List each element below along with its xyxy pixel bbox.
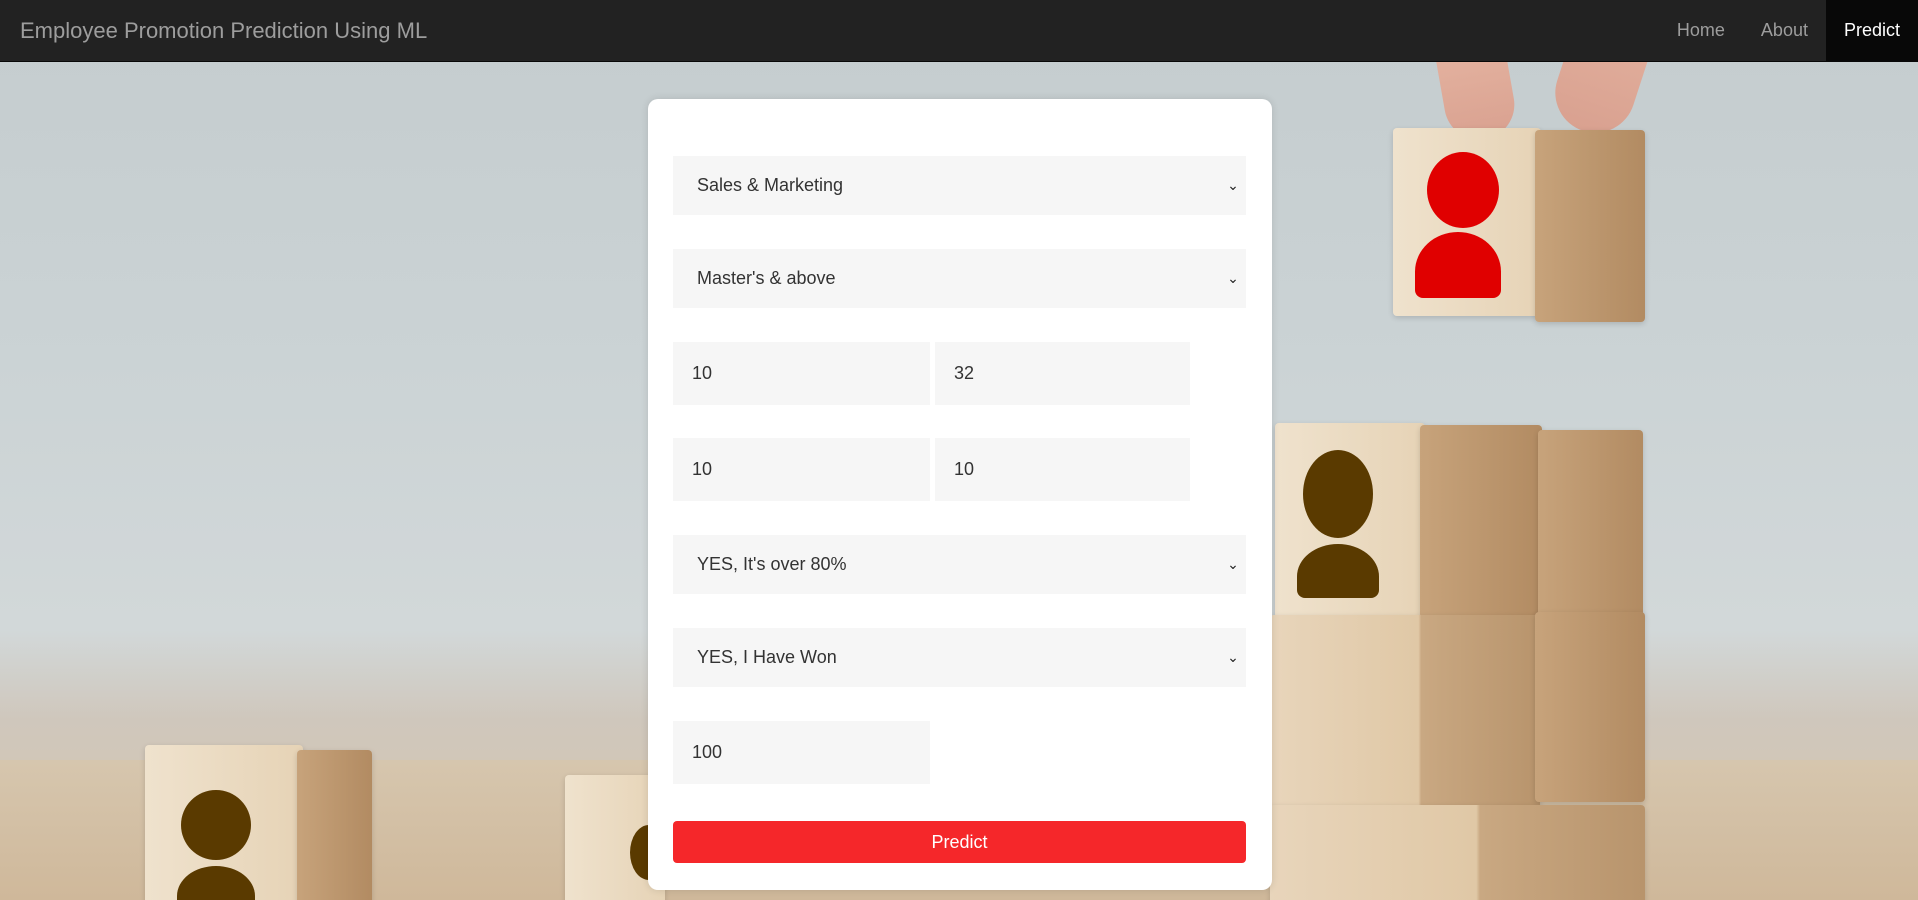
kpi-select[interactable]: YES, It's over 80% ⌄ [673,535,1246,594]
person-red-icon [1413,150,1503,300]
number-input-4[interactable]: 10 [935,438,1190,501]
prediction-form: Sales & Marketing ⌄ Master's & above ⌄ 1… [648,99,1272,890]
nav-about-link[interactable]: About [1743,0,1826,61]
person-brown-icon [175,790,255,900]
education-value: Master's & above [697,268,836,288]
nav-predict-link[interactable]: Predict [1825,0,1918,61]
department-value: Sales & Marketing [697,175,844,195]
kpi-value: YES, It's over 80% [697,554,847,574]
department-select[interactable]: Sales & Marketing ⌄ [673,156,1246,215]
score-input[interactable]: 100 [673,721,930,784]
wood-block-side [1420,425,1542,618]
chevron-down-icon: ⌄ [1227,270,1239,286]
wood-block-side [1535,130,1645,322]
chevron-down-icon: ⌄ [1227,649,1239,665]
number-input-2[interactable]: 32 [935,342,1190,405]
number-input-1[interactable]: 10 [673,342,930,405]
nav-menu: Home About Predict [1659,0,1918,61]
chevron-down-icon: ⌄ [1227,177,1239,193]
nav-home-link[interactable]: Home [1659,0,1743,61]
number-input-3[interactable]: 10 [673,438,930,501]
awards-value: YES, I Have Won [697,647,837,667]
wood-block [1270,615,1540,820]
wood-block [1270,805,1645,900]
wood-block-side [297,750,372,900]
education-select[interactable]: Master's & above ⌄ [673,249,1246,308]
brand-title[interactable]: Employee Promotion Prediction Using ML [20,0,427,62]
awards-select[interactable]: YES, I Have Won ⌄ [673,628,1246,687]
predict-button[interactable]: Predict [673,821,1246,863]
chevron-down-icon: ⌄ [1227,556,1239,572]
wood-block-side [1538,430,1643,618]
wood-block-side [1535,612,1645,802]
top-navbar: Employee Promotion Prediction Using ML H… [0,0,1918,62]
person-brown-icon [1295,450,1379,600]
